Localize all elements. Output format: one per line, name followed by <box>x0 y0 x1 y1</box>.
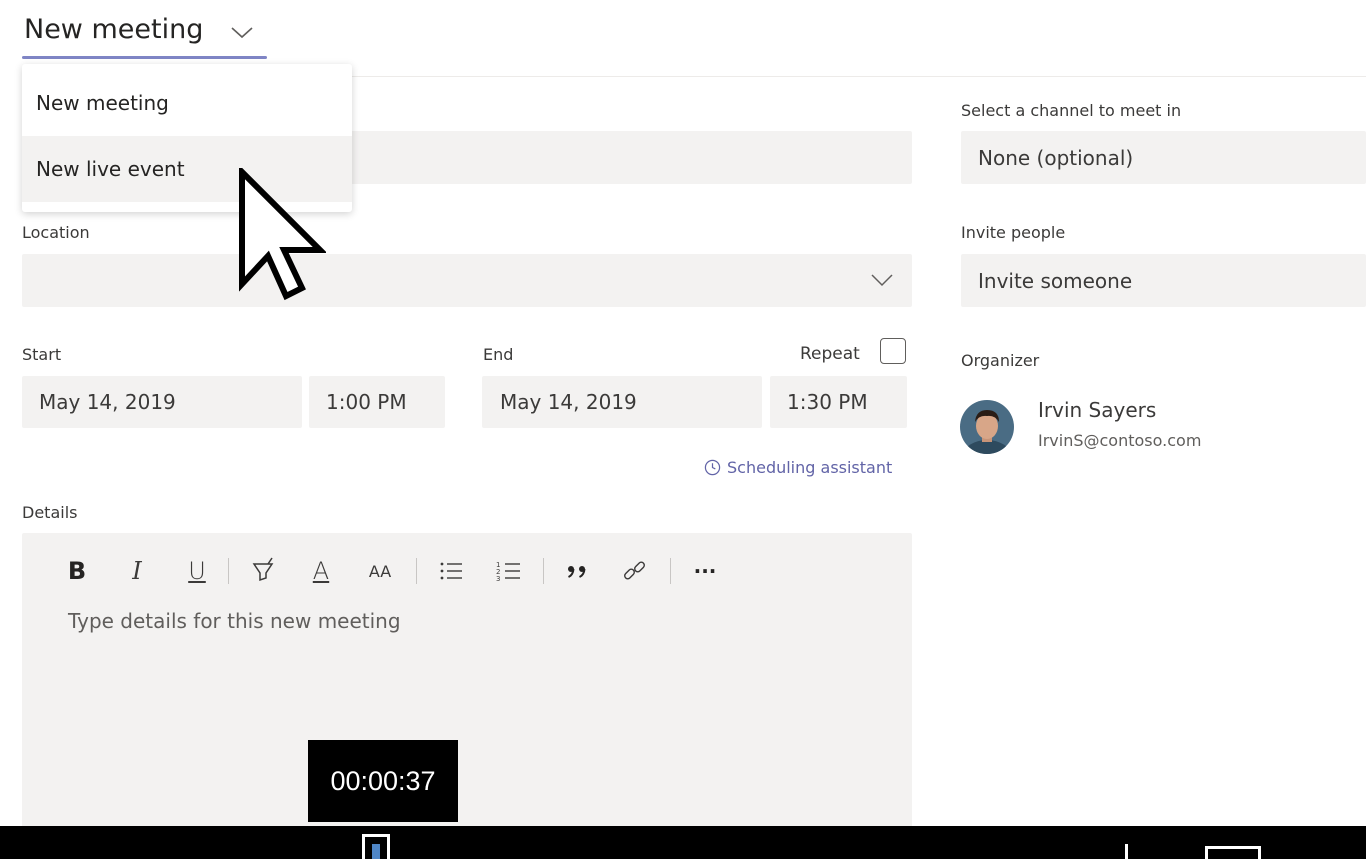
italic-button[interactable]: I <box>122 556 152 586</box>
end-time-input[interactable]: 1:30 PM <box>770 376 907 428</box>
divider-icon <box>1125 844 1128 859</box>
scheduling-assistant-link[interactable]: Scheduling assistant <box>704 456 892 478</box>
scheduling-assistant-label: Scheduling assistant <box>727 457 893 477</box>
end-label: End <box>483 345 514 364</box>
menu-item-new-live-event[interactable]: New live event <box>22 136 352 202</box>
toolbar-separator <box>228 558 229 584</box>
highlight-icon[interactable] <box>248 556 278 586</box>
bold-button[interactable]: B <box>62 556 92 586</box>
start-date-input[interactable]: May 14, 2019 <box>22 376 302 428</box>
toolbar-separator <box>670 558 671 584</box>
location-input[interactable] <box>22 254 912 307</box>
font-color-button[interactable]: A <box>306 556 336 586</box>
chevron-down-icon[interactable] <box>228 22 256 42</box>
details-label: Details <box>22 503 78 522</box>
bullet-list-icon[interactable] <box>436 556 466 586</box>
underline-button[interactable]: U <box>182 556 212 586</box>
header-divider <box>350 76 1366 77</box>
svg-text:3: 3 <box>496 575 500 583</box>
organizer-name: Irvin Sayers <box>1038 398 1157 422</box>
organizer-email: IrvinS@contoso.com <box>1038 431 1202 450</box>
meeting-type-dropdown[interactable]: New meeting <box>24 14 203 45</box>
details-editor[interactable] <box>22 533 912 833</box>
toolbar-separator <box>543 558 544 584</box>
indicator-icon <box>372 844 380 859</box>
invite-label: Invite people <box>961 223 1066 242</box>
channel-select[interactable]: None (optional) <box>961 131 1366 184</box>
clock-icon <box>704 459 721 475</box>
channel-label: Select a channel to meet in <box>961 101 1182 120</box>
numbered-list-icon[interactable]: 1 2 3 <box>494 556 524 586</box>
repeat-label: Repeat <box>800 344 860 364</box>
link-icon[interactable] <box>620 556 650 586</box>
bottom-bar <box>0 826 1366 859</box>
end-date-input[interactable]: May 14, 2019 <box>482 376 762 428</box>
start-time-value: 1:00 PM <box>326 390 407 414</box>
toolbar-separator <box>416 558 417 584</box>
menu-item-new-meeting[interactable]: New meeting <box>22 70 352 136</box>
more-options-button[interactable]: ··· <box>690 556 720 586</box>
font-size-button[interactable]: AA <box>364 556 396 586</box>
organizer-label: Organizer <box>961 351 1040 370</box>
invite-placeholder: Invite someone <box>978 269 1133 293</box>
end-time-value: 1:30 PM <box>787 390 868 414</box>
avatar <box>960 400 1014 454</box>
invite-input[interactable]: Invite someone <box>961 254 1366 307</box>
quote-icon[interactable] <box>562 556 592 586</box>
start-date-value: May 14, 2019 <box>39 390 176 414</box>
repeat-checkbox[interactable] <box>880 338 906 364</box>
start-label: Start <box>22 345 62 364</box>
start-time-input[interactable]: 1:00 PM <box>309 376 445 428</box>
window-icon <box>1205 846 1261 859</box>
location-label: Location <box>22 223 90 242</box>
details-placeholder: Type details for this new meeting <box>68 609 401 633</box>
title-underline <box>22 56 267 59</box>
recording-timer: 00:00:37 <box>308 740 458 822</box>
chevron-down-icon[interactable] <box>870 272 894 288</box>
meeting-type-menu: New meeting New live event <box>22 64 352 212</box>
channel-placeholder: None (optional) <box>978 146 1134 170</box>
end-date-value: May 14, 2019 <box>500 390 637 414</box>
